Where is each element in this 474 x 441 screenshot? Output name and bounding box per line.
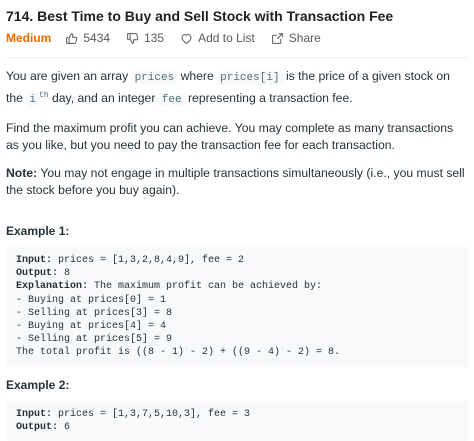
note-label: Note: xyxy=(6,166,38,181)
share-label: Share xyxy=(288,31,321,45)
example-line: - Selling at prices[3] = 8 xyxy=(16,307,173,319)
description-paragraph-1: You are given an array prices where pric… xyxy=(6,69,450,108)
problem-meta-bar: Medium 5434 135 Add to List Share xyxy=(6,27,468,49)
like-count: 5434 xyxy=(83,31,111,45)
heart-icon xyxy=(181,33,192,44)
example-line: - Selling at prices[5] = 9 xyxy=(16,334,173,346)
problem-title: 714. Best Time to Buy and Sell Stock wit… xyxy=(6,8,394,24)
example-1-title: Example 1: xyxy=(6,224,70,239)
inline-code-prices: prices xyxy=(131,71,178,85)
note-text: You may not engage in multiple transacti… xyxy=(6,166,465,198)
example-line: - Buying at prices[4] = 4 xyxy=(16,321,167,333)
example-1-block: Input: prices = [1,3,2,8,4,9], fee = 2 O… xyxy=(6,247,468,367)
share-icon xyxy=(271,32,283,44)
thumbs-down-icon xyxy=(127,32,139,44)
inline-code-i: i xyxy=(26,93,39,108)
add-to-list-button[interactable]: Add to List xyxy=(180,31,255,45)
add-to-list-label: Add to List xyxy=(198,31,255,45)
example-2-block: Input: prices = [1,3,7,5,10,3], fee = 3 … xyxy=(6,400,468,441)
inline-code-fee: fee xyxy=(158,93,185,108)
problem-description-panel: 714. Best Time to Buy and Sell Stock wit… xyxy=(0,0,474,441)
like-button[interactable]: 5434 xyxy=(65,31,110,45)
thumbs-up-icon xyxy=(66,32,78,44)
example-line: - Buying at prices[0] = 1 xyxy=(16,294,167,306)
share-button[interactable]: Share xyxy=(271,31,321,45)
example-2-title: Example 2: xyxy=(6,377,70,392)
example-line: The total profit is ((8 - 1) - 2) + ((9 … xyxy=(16,347,341,359)
dislike-button[interactable]: 135 xyxy=(126,31,164,45)
dislike-count: 135 xyxy=(144,31,165,45)
inline-code-prices-i: prices[i] xyxy=(217,71,283,85)
difficulty-badge: Medium xyxy=(6,31,52,45)
description-paragraph-2: Find the maximum profit you can achieve.… xyxy=(6,121,454,153)
superscript-th: th xyxy=(38,91,49,100)
divider xyxy=(6,57,468,58)
note-paragraph: Note: You may not engage in multiple tra… xyxy=(6,165,468,199)
